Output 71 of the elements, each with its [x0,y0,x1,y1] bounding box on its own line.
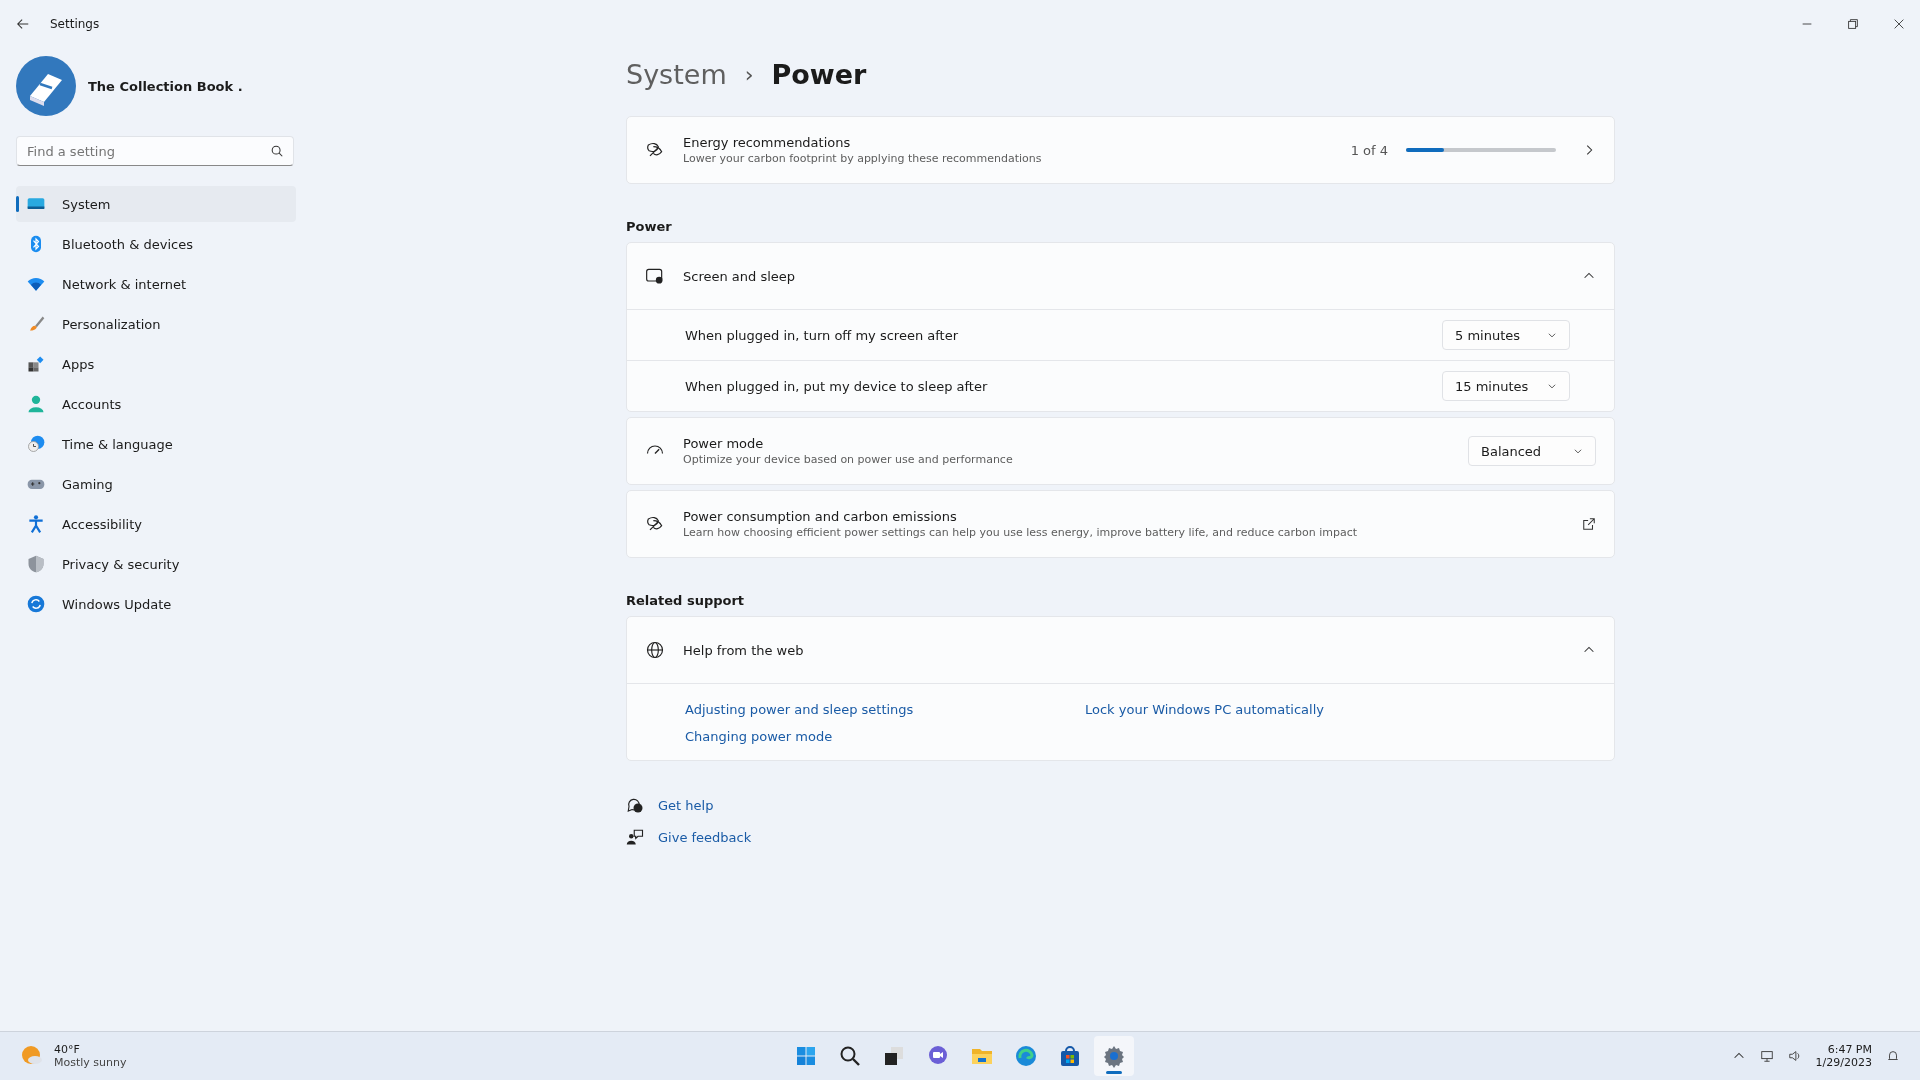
back-icon[interactable] [16,17,30,31]
sidebar-item[interactable]: Bluetooth & devices [16,226,296,262]
search-icon [838,1044,862,1068]
store-bag-icon [1058,1044,1082,1068]
sidebar-item[interactable]: Windows Update [16,586,296,622]
setting-description: Learn how choosing efficient power settings can help you use less energy, improve battery life, and reduce carbon impact [683,526,1359,539]
footer-link[interactable]: Get help [658,797,714,813]
weather-condition: Mostly sunny [54,1056,127,1069]
expander-header[interactable]: Help from the web [627,617,1614,683]
sidebar-item[interactable]: Privacy & security [16,546,296,582]
category-icon [26,394,46,414]
section-heading: Related support [626,593,746,608]
search-icon [270,144,284,158]
notification-icon[interactable] [1886,1049,1900,1063]
dropdown[interactable]: Balanced [1468,436,1596,466]
network-icon[interactable] [1759,1049,1774,1063]
sidebar-item[interactable]: Apps [16,346,296,382]
feedback-icon [626,828,644,846]
overlapping-windows-icon [882,1044,906,1068]
chevron-down-icon [1547,330,1557,340]
consumption-card[interactable]: Power consumption and carbon emissions Learn how choosing efficient power settings can help you use less energy, improve battery life, and reduce carbon impact [626,490,1615,558]
search-field[interactable]: Find a setting [16,136,294,166]
chevron-down-icon [1573,446,1583,456]
category-icon [26,554,46,574]
help-link[interactable]: Adjusting power and sleep settings [685,702,914,717]
screen-moon-icon [645,266,665,286]
setting-title: Power mode [683,436,765,451]
chevron-down-icon [1547,381,1557,391]
sidebar-item[interactable]: Accessibility [16,506,296,542]
profile-name: The Collection Book . [88,78,243,94]
setting-label: When plugged in, turn off my screen after [685,327,960,343]
restore-icon[interactable] [1846,17,1860,31]
help-link[interactable]: Lock your Windows PC automatically [1085,702,1324,717]
window-title: Settings [50,17,100,31]
footer-link[interactable]: Give feedback [658,829,752,845]
category-icon [26,434,46,454]
page-title: Power [771,58,867,90]
sidebar-item[interactable]: Network & internet [16,266,296,302]
help-link[interactable]: Changing power mode [685,729,833,744]
windows-logo-icon [794,1044,818,1068]
external-link-icon [1582,517,1596,531]
setting-label: When plugged in, put my device to sleep after [685,378,989,394]
sidebar-item[interactable]: Time & language [16,426,296,462]
speaker-icon[interactable] [1787,1049,1802,1063]
category-icon [26,354,46,374]
setting-description: Lower your carbon footprint by applying these recommendations [683,152,1043,165]
setting-description: Optimize your device based on power use and performance [683,453,1014,466]
close-icon[interactable] [1892,17,1906,31]
help-chat-icon [626,796,644,814]
expander-header[interactable]: Screen and sleep [627,243,1614,309]
sidebar-item[interactable]: Accounts [16,386,296,422]
breadcrumb-link[interactable]: System [626,58,727,90]
category-icon [26,514,46,534]
dropdown[interactable]: 5 minutes [1442,320,1570,350]
dropdown[interactable]: 15 minutes [1442,371,1570,401]
setting-title: Energy recommendations [683,135,852,150]
sidebar-item[interactable]: System [16,186,296,222]
sidebar-item[interactable]: Gaming [16,466,296,502]
globe-icon [645,640,665,660]
setting-title: Power consumption and carbon emissions [683,509,958,524]
clock[interactable]: 6:47 PM 1/29/2023 [1815,1043,1872,1069]
temperature: 40°F [54,1043,81,1056]
book-avatar-icon [16,56,76,116]
section-heading: Power [626,219,673,234]
category-icon [26,594,46,614]
progress-count: 1 of 4 [1350,142,1388,158]
gear-icon [1102,1044,1126,1068]
sidebar-item[interactable]: Personalization [16,306,296,342]
breadcrumb-separator: › [744,61,754,87]
energy-card[interactable]: Energy recommendations Lower your carbon footprint by applying these recommendations 1 of 4 [626,116,1615,184]
browser-icon [1014,1044,1038,1068]
